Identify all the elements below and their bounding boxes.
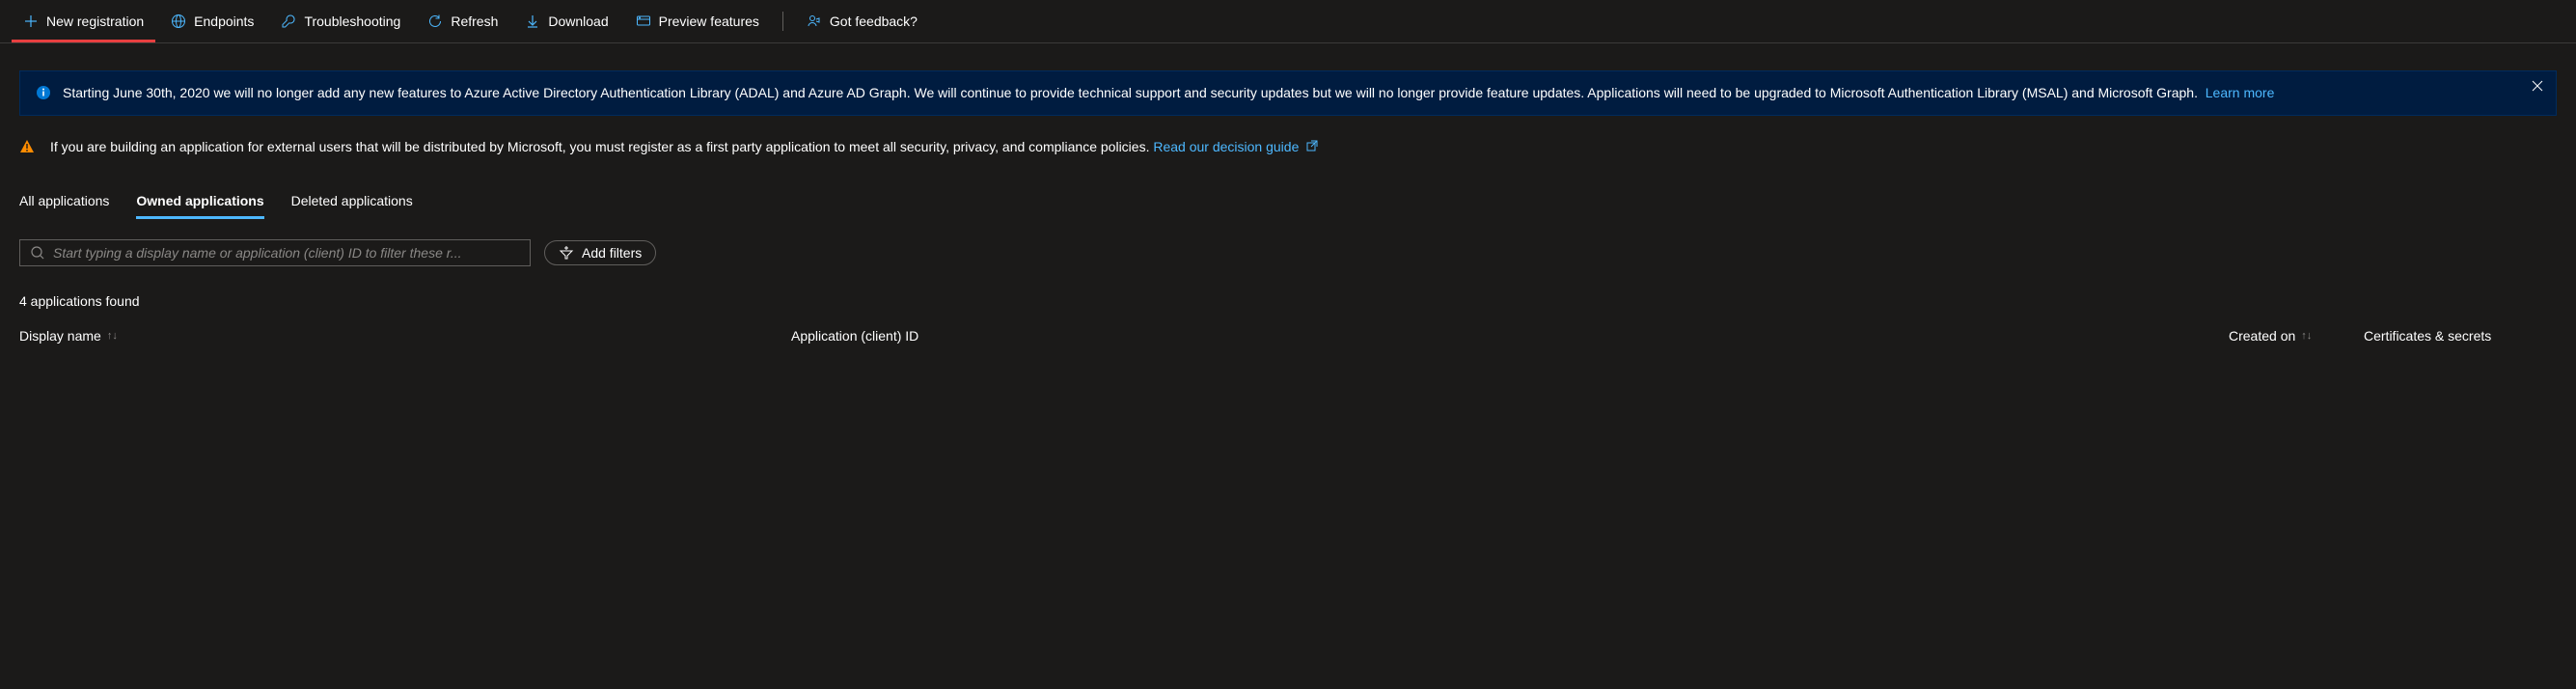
col-created-on[interactable]: Created on ↑↓ [2229,328,2364,344]
info-banner-text: Starting June 30th, 2020 we will no long… [63,83,2540,103]
col-display-name-label: Display name [19,328,101,344]
search-input[interactable] [53,245,520,261]
warning-icon [19,139,35,154]
tab-all-applications[interactable]: All applications [19,185,109,219]
download-button[interactable]: Download [513,8,619,35]
refresh-button[interactable]: Refresh [416,8,509,35]
tabs: All applications Owned applications Dele… [19,185,2557,220]
warning-text-wrap: If you are building an application for e… [50,139,1318,154]
col-certs-label: Certificates & secrets [2364,328,2491,344]
got-feedback-button[interactable]: Got feedback? [795,8,929,35]
sort-icon: ↑↓ [2301,330,2312,342]
col-created-on-label: Created on [2229,328,2295,344]
info-icon [36,85,51,103]
wrench-icon [281,14,296,29]
download-label: Download [548,14,608,29]
warning-text: If you are building an application for e… [50,139,1149,154]
endpoints-button[interactable]: Endpoints [159,8,265,35]
col-display-name[interactable]: Display name ↑↓ [19,328,791,344]
new-registration-label: New registration [46,14,144,29]
filter-icon [559,245,574,261]
info-banner-message: Starting June 30th, 2020 we will no long… [63,85,2198,100]
tab-owned-applications[interactable]: Owned applications [136,185,263,219]
download-icon [525,14,540,29]
preview-features-label: Preview features [659,14,759,29]
content-area: Starting June 30th, 2020 we will no long… [0,43,2576,367]
troubleshooting-button[interactable]: Troubleshooting [269,8,412,35]
close-icon[interactable] [2531,79,2544,96]
new-registration-button[interactable]: New registration [12,8,155,35]
search-icon [30,245,45,261]
decision-guide-label: Read our decision guide [1153,139,1299,154]
feedback-icon [807,14,822,29]
troubleshooting-label: Troubleshooting [304,14,400,29]
learn-more-link[interactable]: Learn more [2206,85,2275,100]
search-box[interactable] [19,239,531,266]
add-filters-button[interactable]: Add filters [544,240,656,265]
external-link-icon [1306,139,1318,154]
table-header: Display name ↑↓ Application (client) ID … [19,320,2557,351]
tab-deleted-applications[interactable]: Deleted applications [291,185,413,219]
col-app-id-label: Application (client) ID [791,328,918,344]
decision-guide-link[interactable]: Read our decision guide [1153,139,1318,154]
preview-features-button[interactable]: Preview features [624,8,771,35]
info-banner: Starting June 30th, 2020 we will no long… [19,70,2557,116]
globe-icon [171,14,186,29]
got-feedback-label: Got feedback? [830,14,918,29]
warning-line: If you are building an application for e… [19,139,2557,154]
sort-icon: ↑↓ [107,330,118,342]
preview-icon [636,14,651,29]
col-certs[interactable]: Certificates & secrets [2364,328,2557,344]
toolbar-divider [782,12,783,31]
refresh-label: Refresh [451,14,498,29]
filter-row: Add filters [19,239,2557,266]
col-app-id[interactable]: Application (client) ID [791,328,1177,344]
refresh-icon [427,14,443,29]
endpoints-label: Endpoints [194,14,254,29]
add-filters-label: Add filters [582,245,642,261]
plus-icon [23,14,39,29]
results-count: 4 applications found [19,293,2557,309]
command-bar: New registration Endpoints Troubleshooti… [0,0,2576,43]
